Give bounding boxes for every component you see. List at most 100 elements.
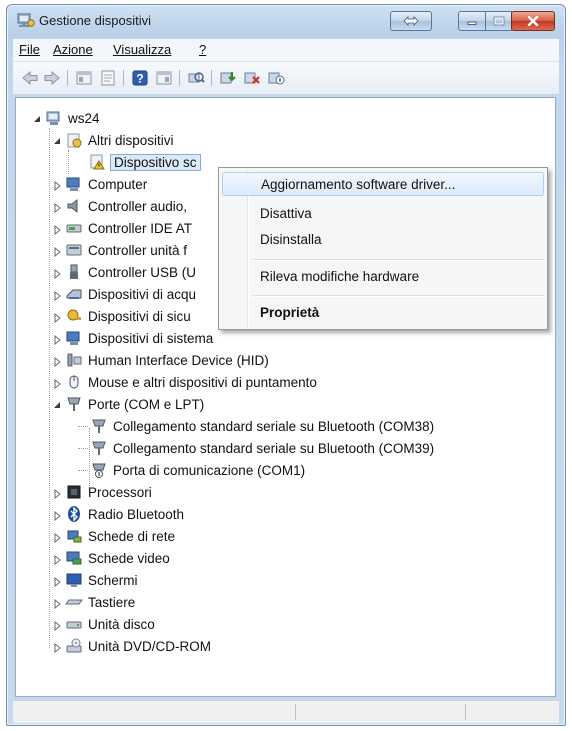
- maximize-button[interactable]: [485, 11, 512, 31]
- tree-node-mouse[interactable]: Mouse e altri dispositivi di puntamento: [52, 372, 317, 392]
- properties-icon[interactable]: [99, 69, 117, 87]
- menu-bar: File Azione Visualizza ?: [13, 39, 559, 62]
- uninstall-device-icon[interactable]: [243, 69, 261, 87]
- expand-arrow-icon[interactable]: [52, 509, 62, 522]
- keyboard-icon: [65, 599, 83, 605]
- update-driver-icon[interactable]: [219, 69, 237, 87]
- menu-separator: [252, 295, 544, 297]
- tree-node-rete[interactable]: Schede di rete: [52, 526, 175, 546]
- speaker-icon: [67, 198, 78, 214]
- collapse-arrow-icon[interactable]: [52, 135, 62, 145]
- expand-arrow-icon[interactable]: [52, 597, 62, 610]
- expand-arrow-icon[interactable]: [52, 553, 62, 566]
- expand-arrow-icon[interactable]: [52, 179, 62, 192]
- expand-arrow-icon[interactable]: [52, 223, 62, 236]
- tree-label: Dispositivo sc: [110, 153, 201, 171]
- tree-node-controller-usb[interactable]: Controller USB (U: [52, 262, 196, 282]
- tree-label: Human Interface Device (HID): [88, 352, 269, 368]
- expand-arrow-icon[interactable]: [52, 289, 62, 302]
- expand-arrow-icon[interactable]: [52, 575, 62, 588]
- system-devices-icon: [66, 331, 80, 345]
- hard-disk-icon: [66, 621, 82, 629]
- port-connector-icon: [92, 419, 106, 433]
- tree-node-acquisizione[interactable]: Dispositivi di acqu: [52, 284, 196, 304]
- computer-icon: [46, 111, 60, 125]
- tree-node-altri[interactable]: Altri dispositivi: [52, 130, 174, 150]
- tree-label: Controller audio,: [88, 198, 188, 214]
- toolbar-separator: [123, 70, 124, 86]
- monitor-icon: [66, 573, 82, 587]
- port-connector-icon: [67, 397, 81, 411]
- tree-node-disco[interactable]: Unità disco: [52, 614, 155, 634]
- expand-arrow-icon[interactable]: [52, 201, 62, 214]
- expand-arrow-icon[interactable]: [52, 377, 62, 390]
- menu-help[interactable]: ?: [199, 42, 206, 57]
- dvd-drive-icon: [66, 638, 82, 653]
- tree-node-dvd[interactable]: Unità DVD/CD-ROM: [52, 636, 211, 656]
- minimize-button[interactable]: [458, 11, 486, 31]
- expand-arrow-icon[interactable]: [52, 267, 62, 280]
- back-arrow-icon[interactable]: [21, 69, 39, 87]
- disk-controller-icon: [66, 224, 82, 233]
- tree-root[interactable]: ws24: [32, 108, 100, 128]
- disable-device-icon[interactable]: [267, 69, 285, 87]
- scan-hardware-icon[interactable]: [187, 69, 205, 87]
- tree-label: Schede video: [88, 550, 170, 566]
- tree-node-sicurezza[interactable]: Dispositivi di sicu: [52, 306, 191, 326]
- expand-arrow-icon[interactable]: [52, 245, 62, 258]
- expand-arrow-icon[interactable]: [52, 487, 62, 500]
- tree-node-tastiere[interactable]: Tastiere: [52, 592, 135, 612]
- collapse-arrow-icon[interactable]: [52, 399, 62, 409]
- menu-item-scan-hardware[interactable]: Rileva modifiche hardware: [222, 265, 544, 289]
- tree-node-com1[interactable]: Porta di comunicazione (COM1): [78, 460, 305, 480]
- tree-label: Unità disco: [88, 616, 155, 632]
- expand-arrow-icon[interactable]: [52, 531, 62, 544]
- menu-item-disable[interactable]: Disattiva: [222, 202, 544, 226]
- close-button[interactable]: [511, 11, 555, 31]
- tree-node-computer[interactable]: Computer: [52, 174, 147, 194]
- tree-node-bluetooth[interactable]: Radio Bluetooth: [52, 504, 184, 524]
- help-icon[interactable]: ?: [131, 69, 149, 87]
- tree-label: Radio Bluetooth: [88, 506, 185, 522]
- tree-node-controller-ide[interactable]: Controller IDE AT: [52, 218, 192, 238]
- collapse-arrow-icon[interactable]: [32, 113, 42, 123]
- menu-item-uninstall[interactable]: Disinstalla: [222, 228, 544, 252]
- tree-node-com38[interactable]: Collegamento standard seriale su Bluetoo…: [78, 416, 435, 436]
- expand-arrow-icon[interactable]: [52, 619, 62, 632]
- tree-node-controller-audio[interactable]: Controller audio,: [52, 196, 187, 216]
- tree-label: Tastiere: [88, 594, 136, 610]
- scanner-icon: [66, 289, 82, 299]
- expand-arrow-icon[interactable]: [52, 333, 62, 346]
- expand-arrow-icon[interactable]: [52, 641, 62, 654]
- show-hide-console-icon[interactable]: [155, 69, 173, 87]
- forward-arrow-icon[interactable]: [43, 69, 61, 87]
- expand-arrow-icon[interactable]: [52, 355, 62, 368]
- tree-node-hid[interactable]: Human Interface Device (HID): [52, 350, 269, 370]
- computer-icon: [66, 177, 80, 191]
- tree-node-processori[interactable]: Processori: [52, 482, 152, 502]
- tree-node-schermi[interactable]: Schermi: [52, 570, 138, 590]
- menu-azione[interactable]: Azione: [53, 42, 93, 57]
- title-bar[interactable]: Gestione dispositivi: [7, 5, 565, 35]
- menu-item-properties[interactable]: Proprietà: [222, 301, 544, 325]
- tree-node-unknown-device[interactable]: Dispositivo sc: [88, 152, 201, 172]
- tree-label: Unità DVD/CD-ROM: [88, 638, 212, 654]
- usb-plug-icon: [70, 264, 78, 279]
- unknown-device-folder-icon: [67, 133, 82, 148]
- svg-text:?: ?: [136, 72, 143, 86]
- tree-node-video[interactable]: Schede video: [52, 548, 170, 568]
- tree-node-controller-unita[interactable]: Controller unità f: [52, 240, 187, 260]
- tree-node-sistema[interactable]: Dispositivi di sistema: [52, 328, 213, 348]
- tree-label: Collegamento standard seriale su Bluetoo…: [113, 418, 435, 434]
- show-hide-tree-icon[interactable]: [75, 69, 93, 87]
- menu-visualizza[interactable]: Visualizza: [113, 42, 171, 57]
- expand-arrow-icon[interactable]: [52, 311, 62, 324]
- dual-monitor-button[interactable]: [390, 11, 432, 31]
- tree-node-porte[interactable]: Porte (COM e LPT): [52, 394, 204, 414]
- tree-node-com39[interactable]: Collegamento standard seriale su Bluetoo…: [78, 438, 434, 458]
- tree-connector: [78, 448, 88, 449]
- toolbar-separator: [67, 70, 68, 86]
- menu-file[interactable]: File: [19, 42, 40, 57]
- menu-item-update-driver[interactable]: Aggiornamento software driver...: [222, 172, 544, 196]
- status-divider: [295, 704, 296, 720]
